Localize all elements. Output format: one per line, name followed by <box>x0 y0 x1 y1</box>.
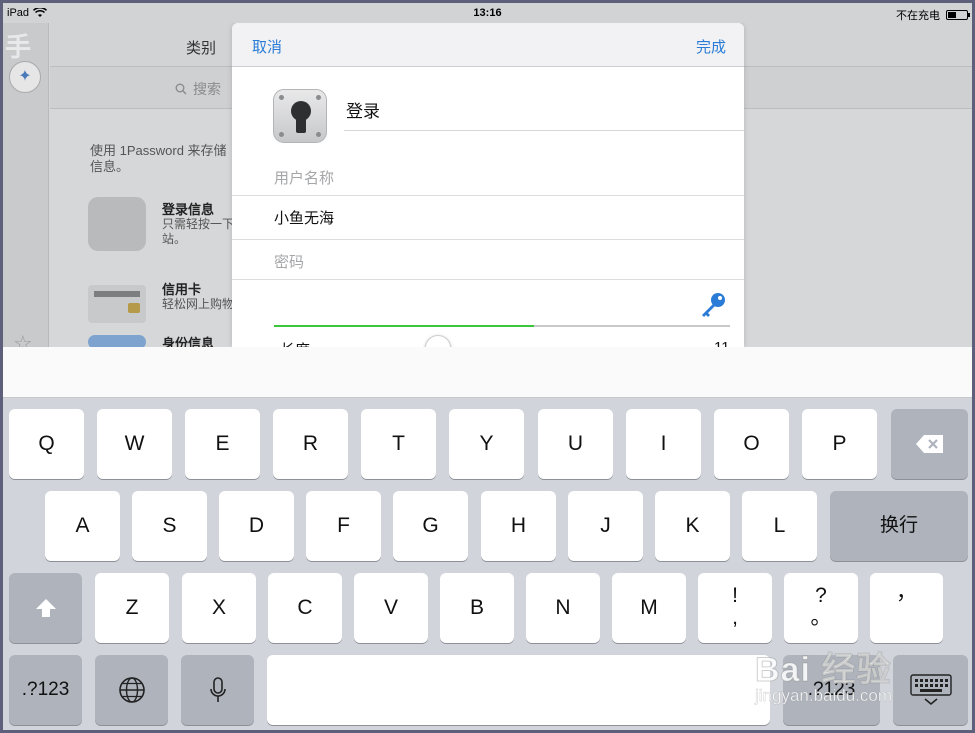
search-placeholder: 搜索 <box>193 81 221 97</box>
background-header-title: 类别 <box>186 40 217 57</box>
key-t[interactable]: T <box>361 409 436 479</box>
key-c[interactable]: C <box>268 573 342 643</box>
key-label-bottom: 。 <box>810 606 832 629</box>
keyboard-hide-icon <box>909 674 952 706</box>
length-value: 11 <box>714 339 730 347</box>
numbers-key-left[interactable]: .?123 <box>9 655 82 725</box>
status-bar: iPad 13:16 不在充电 <box>3 3 972 23</box>
cancel-button[interactable]: 取消 <box>252 36 282 57</box>
key-u[interactable]: U <box>538 409 613 479</box>
login-keyhole-icon[interactable] <box>273 89 327 143</box>
key-b[interactable]: B <box>440 573 514 643</box>
divider <box>232 279 744 280</box>
key-icon[interactable] <box>698 290 728 320</box>
keyboard-accessory-bar <box>3 347 972 398</box>
key-p[interactable]: P <box>802 409 877 479</box>
key-j[interactable]: J <box>568 491 643 561</box>
list-item-desc: 轻松网上购物 <box>162 297 235 311</box>
list-item-login: 登录信息 只需轻按一下站。 <box>88 197 238 257</box>
key-i[interactable]: I <box>626 409 701 479</box>
key-label-top: ! <box>732 584 738 607</box>
password-strength-fill <box>274 325 534 327</box>
ipad-screen: iPad 13:16 不在充电 手 ✦ ☆ 类别 搜索 使用 1Password… <box>3 3 972 730</box>
key-m[interactable]: M <box>612 573 686 643</box>
list-item-credit-card: 信用卡 轻松网上购物 <box>88 277 238 337</box>
length-label: 长度 <box>280 339 310 347</box>
title-underline <box>344 130 744 131</box>
charge-status: 不在充电 <box>896 10 940 22</box>
password-strength-meter <box>274 325 730 327</box>
length-slider-thumb[interactable] <box>425 335 451 347</box>
login-title-input[interactable]: 登录 <box>346 97 380 122</box>
dictation-key[interactable] <box>181 655 254 725</box>
status-time: 13:16 <box>473 7 502 19</box>
key-y[interactable]: Y <box>449 409 524 479</box>
globe-key[interactable] <box>95 655 168 725</box>
key-f[interactable]: F <box>306 491 381 561</box>
key-k[interactable]: K <box>655 491 730 561</box>
compass-icon[interactable]: ✦ <box>9 61 41 93</box>
space-bar[interactable] <box>267 655 770 725</box>
key-e[interactable]: E <box>185 409 260 479</box>
key-fullwidth-comma[interactable]: ， <box>870 573 943 643</box>
key-h[interactable]: H <box>481 491 556 561</box>
username-label: 用户名称 <box>274 170 335 187</box>
list-item-name: 登录信息 <box>162 202 215 217</box>
divider <box>232 239 744 240</box>
sidebar-logo-char: 手 <box>5 32 32 62</box>
key-g[interactable]: G <box>393 491 468 561</box>
key-z[interactable]: Z <box>95 573 169 643</box>
onscreen-keyboard: Q W E R T Y U I O P A S D F G H J K L 换行 <box>3 398 972 730</box>
battery-icon <box>946 10 970 20</box>
key-v[interactable]: V <box>354 573 428 643</box>
shift-key[interactable] <box>9 573 82 643</box>
key-r[interactable]: R <box>273 409 348 479</box>
shift-icon <box>35 599 56 618</box>
divider <box>232 195 744 196</box>
key-label-bottom: , <box>732 606 738 629</box>
key-l[interactable]: L <box>742 491 817 561</box>
key-question-period[interactable]: ? 。 <box>784 573 858 643</box>
username-field[interactable]: 小鱼无海 <box>274 207 334 228</box>
credit-card-icon <box>88 285 146 323</box>
key-label-top: ? <box>815 584 827 607</box>
key-w[interactable]: W <box>97 409 172 479</box>
key-q[interactable]: Q <box>9 409 84 479</box>
list-item-desc: 只需轻按一下站。 <box>162 217 235 246</box>
key-o[interactable]: O <box>714 409 789 479</box>
globe-icon <box>118 677 145 704</box>
backspace-icon <box>915 435 943 454</box>
key-x[interactable]: X <box>182 573 256 643</box>
done-button[interactable]: 完成 <box>696 36 726 57</box>
key-exclaim-comma[interactable]: ! , <box>698 573 772 643</box>
login-thumb-icon <box>88 197 146 251</box>
key-d[interactable]: D <box>219 491 294 561</box>
return-key[interactable]: 换行 <box>830 491 968 561</box>
modal-header: 取消 完成 <box>232 23 744 67</box>
backspace-key[interactable] <box>891 409 968 479</box>
password-label: 密码 <box>274 254 305 271</box>
microphone-icon <box>209 677 226 703</box>
list-item-name: 信用卡 <box>162 282 202 297</box>
key-n[interactable]: N <box>526 573 600 643</box>
background-sidebar: 手 ✦ ☆ <box>3 23 49 356</box>
key-a[interactable]: A <box>45 491 120 561</box>
key-s[interactable]: S <box>132 491 207 561</box>
search-icon <box>175 83 187 95</box>
numbers-key-right[interactable]: .?123 <box>783 655 880 725</box>
dismiss-keyboard-key[interactable] <box>893 655 968 725</box>
background-intro-text: 使用 1Password 来存储信息。 <box>90 143 227 174</box>
new-login-modal: 取消 完成 登录 用户名称 小鱼无海 密码 长度 <box>232 23 744 347</box>
